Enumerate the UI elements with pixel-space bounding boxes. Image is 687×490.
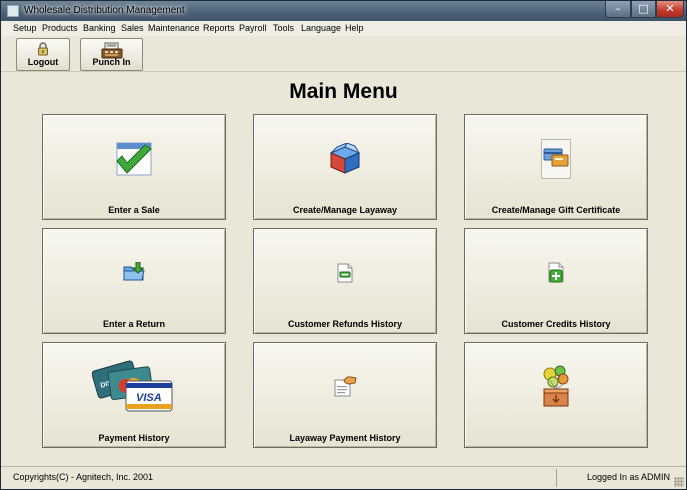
store-tile[interactable]: [464, 342, 648, 448]
enter-return-label: Enter a Return: [102, 319, 165, 329]
resize-grip[interactable]: [674, 477, 684, 487]
svg-text:VISA: VISA: [136, 392, 162, 404]
punch-in-label: Punch In: [92, 57, 131, 67]
status-bar: Copyrights(C) - Agnitech, Inc. 2001 Logg…: [1, 466, 686, 489]
credit-cards-icon: DISCOVER VISA: [91, 357, 176, 420]
customer-refunds-label: Customer Refunds History: [287, 319, 403, 329]
layaway-payment-history-tile[interactable]: Layaway Payment History: [253, 342, 437, 448]
payment-history-label: Payment History: [98, 433, 170, 443]
gift-card-icon: [541, 139, 571, 184]
balloons-box-icon: [541, 365, 571, 412]
menu-tools[interactable]: Tools: [273, 23, 294, 33]
menu-maintenance[interactable]: Maintenance: [148, 23, 200, 33]
gift-certificate-label: Create/Manage Gift Certificate: [491, 205, 621, 215]
toolbar: Logout Punch In: [1, 36, 686, 72]
window-title: Wholesale Distribution Management: [24, 5, 185, 16]
document-minus-icon: [336, 263, 354, 288]
package-box-icon: [328, 142, 362, 180]
document-plus-icon: [547, 262, 565, 289]
enter-return-tile[interactable]: Enter a Return: [42, 228, 226, 334]
layaway-payment-history-label: Layaway Payment History: [289, 433, 401, 443]
app-window: Wholesale Distribution Management – □ ✕ …: [0, 0, 687, 490]
punch-in-button[interactable]: Punch In: [80, 38, 143, 71]
close-button[interactable]: ✕: [656, 1, 684, 18]
layaway-tile[interactable]: Create/Manage Layaway: [253, 114, 437, 220]
app-icon: [7, 5, 19, 17]
maximize-button[interactable]: □: [631, 1, 656, 18]
logged-in-text: Logged In as ADMIN: [586, 472, 670, 482]
payment-history-tile[interactable]: DISCOVER VISA Payment History: [42, 342, 226, 448]
enter-sale-label: Enter a Sale: [108, 205, 160, 215]
minimize-button[interactable]: –: [605, 1, 631, 18]
menu-reports[interactable]: Reports: [203, 23, 235, 33]
logout-label: Logout: [27, 57, 59, 67]
menu-payroll[interactable]: Payroll: [239, 23, 267, 33]
menu-help[interactable]: Help: [345, 23, 364, 33]
enter-sale-tile[interactable]: Enter a Sale: [42, 114, 226, 220]
menu-banking[interactable]: Banking: [83, 23, 116, 33]
customer-credits-label: Customer Credits History: [501, 319, 611, 329]
layaway-label: Create/Manage Layaway: [292, 205, 398, 215]
folder-arrow-icon: [123, 261, 145, 287]
menu-bar: Setup Products Banking Sales Maintenance…: [1, 21, 686, 36]
gift-certificate-tile[interactable]: Create/Manage Gift Certificate: [464, 114, 648, 220]
menu-products[interactable]: Products: [42, 23, 78, 33]
customer-refunds-tile[interactable]: Customer Refunds History: [253, 228, 437, 334]
logout-button[interactable]: Logout: [16, 38, 70, 71]
status-divider: [556, 469, 557, 487]
menu-language[interactable]: Language: [301, 23, 341, 33]
page-title: Main Menu: [289, 80, 398, 103]
copyright-text: Copyrights(C) - Agnitech, Inc. 2001: [13, 472, 154, 482]
document-hand-icon: [333, 375, 357, 402]
menu-setup[interactable]: Setup: [13, 23, 37, 33]
customer-credits-tile[interactable]: Customer Credits History: [464, 228, 648, 334]
title-bar[interactable]: Wholesale Distribution Management – □ ✕: [1, 1, 686, 21]
checkmark-icon: [113, 141, 155, 184]
menu-sales[interactable]: Sales: [121, 23, 144, 33]
